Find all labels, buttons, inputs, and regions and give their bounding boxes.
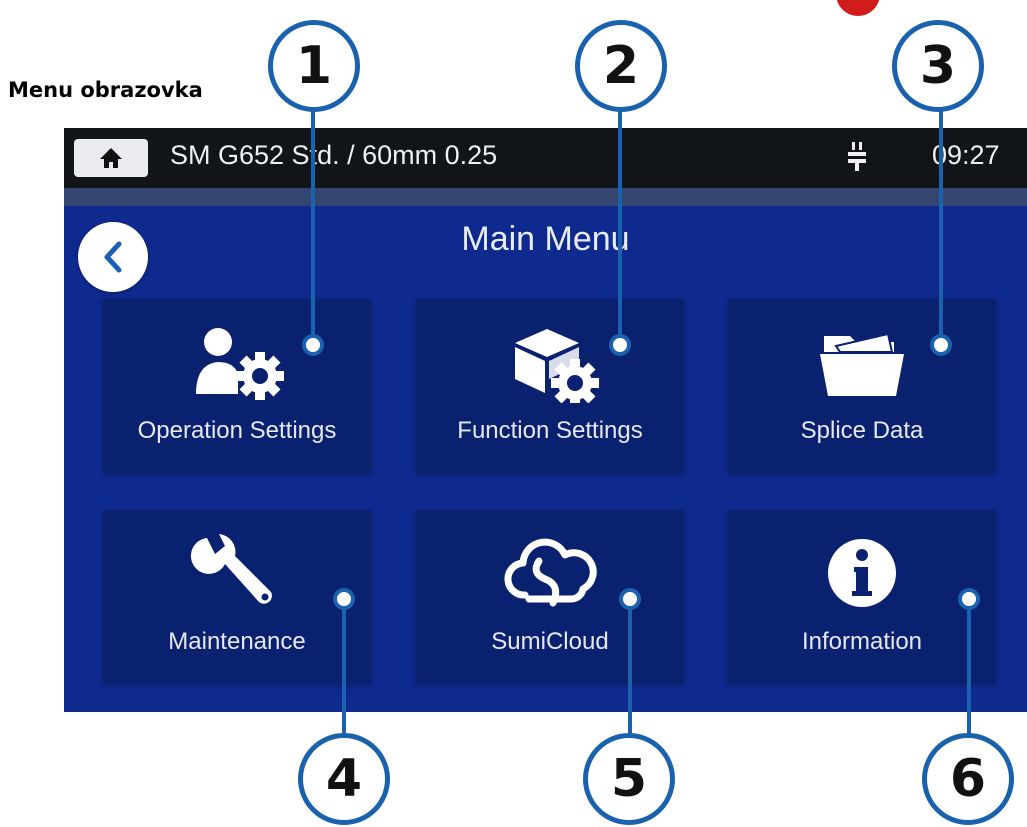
wrench-icon xyxy=(190,534,272,604)
callout-line xyxy=(311,100,315,344)
home-icon xyxy=(100,148,122,168)
callout-marker: 3 xyxy=(892,20,984,112)
callout-marker: 5 xyxy=(583,733,675,825)
tile-operation-settings[interactable]: Operation Settings xyxy=(103,299,371,472)
callout-dot xyxy=(619,588,641,610)
plug-icon xyxy=(848,142,866,171)
tile-label: Splice Data xyxy=(800,417,924,444)
callout-dot xyxy=(930,334,952,356)
red-marker xyxy=(836,0,880,16)
callout-marker: 1 xyxy=(268,20,360,112)
callout-marker: 4 xyxy=(298,733,390,825)
tile-information[interactable]: Information xyxy=(728,510,996,683)
tile-label: Operation Settings xyxy=(137,417,337,444)
splice-mode-text: SM G652 Std. / 60mm 0.25 xyxy=(170,140,498,170)
callout-line xyxy=(342,596,346,746)
tile-function-settings[interactable]: Function Settings xyxy=(416,299,684,472)
callout-line xyxy=(618,100,622,344)
tile-label: Information xyxy=(801,628,923,655)
callout-marker: 6 xyxy=(922,733,1014,825)
callout-line xyxy=(939,100,943,344)
tile-label: SumiCloud xyxy=(491,628,609,655)
tile-label: Function Settings xyxy=(457,417,643,444)
callout-dot xyxy=(609,334,631,356)
cloud-icon xyxy=(504,538,597,607)
tile-label: Maintenance xyxy=(168,628,306,655)
user-gear-icon xyxy=(196,328,284,400)
callout-line xyxy=(628,596,632,746)
tile-sumicloud[interactable]: SumiCloud xyxy=(416,510,684,683)
folder-icon xyxy=(820,332,904,396)
callout-marker: 2 xyxy=(575,20,667,112)
header-strip xyxy=(64,188,1027,206)
page-caption: Menu obrazovka xyxy=(8,78,203,102)
tile-splice-data[interactable]: Splice Data xyxy=(728,299,996,472)
screen-title: Main Menu xyxy=(461,220,630,258)
tile-maintenance[interactable]: Maintenance xyxy=(103,510,371,683)
callout-dot xyxy=(302,334,324,356)
callout-dot xyxy=(958,588,980,610)
status-bar: SM G652 Std. / 60mm 0.25 09:27 xyxy=(64,128,1027,188)
callout-line xyxy=(967,596,971,746)
callout-dot xyxy=(333,588,355,610)
info-icon xyxy=(828,539,896,607)
box-gear-icon xyxy=(515,329,599,403)
home-button[interactable] xyxy=(74,139,148,177)
device-screen: SM G652 Std. / 60mm 0.25 09:27 Main Menu xyxy=(64,128,1027,712)
